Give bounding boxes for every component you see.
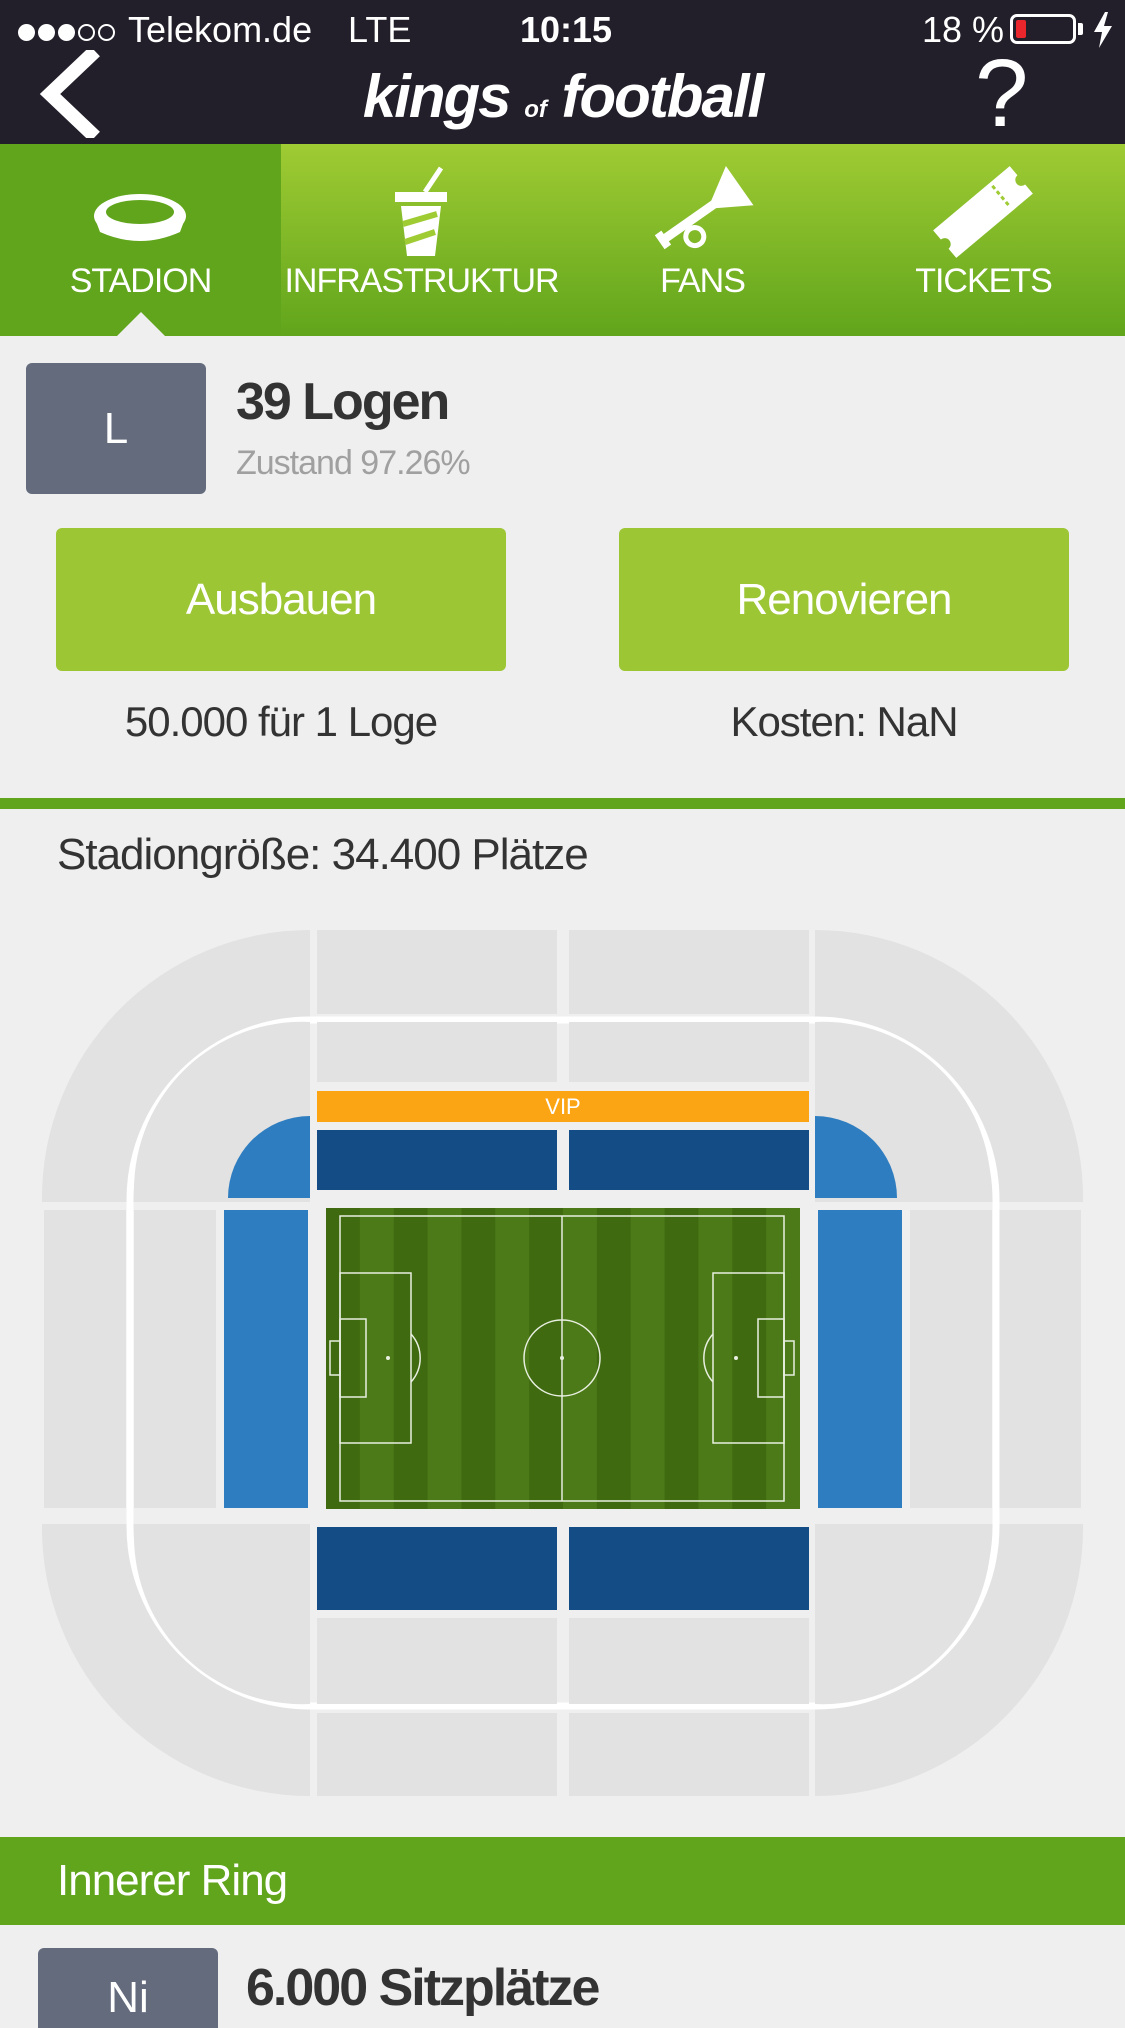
- active-tab-indicator: [117, 312, 165, 336]
- inner-ring-right[interactable]: [910, 1210, 992, 1508]
- stadium-map[interactable]: VIP: [38, 928, 1088, 1798]
- inner-ring-top-1[interactable]: [317, 1022, 557, 1082]
- tab-stadion[interactable]: STADION: [0, 144, 281, 336]
- stand-bottom-2[interactable]: [569, 1527, 809, 1610]
- signal-strength: [18, 8, 118, 52]
- upgrade-cost: 50.000 für 1 Loge: [124, 698, 438, 745]
- pitch-stripe: [630, 1208, 665, 1509]
- trumpet-icon: [654, 165, 754, 250]
- inner-ring-left[interactable]: [134, 1210, 216, 1508]
- item-tile: L: [26, 363, 206, 494]
- stand-bottom-1[interactable]: [317, 1527, 557, 1610]
- item-title: 39 Logen: [236, 373, 450, 431]
- inner-ring-bottom-2[interactable]: [569, 1618, 809, 1704]
- signal-dot: [78, 23, 95, 41]
- app-logo: kings of football: [362, 63, 764, 130]
- help-button[interactable]: ?: [975, 46, 1028, 142]
- stadium-size-label: Stadiongröße: 34.400 Plätze: [57, 830, 589, 879]
- outer-ring-top-1[interactable]: [317, 930, 557, 1014]
- vip-label: VIP: [545, 1094, 580, 1119]
- tab-infrastruktur[interactable]: INFRASTRUKTUR: [281, 144, 562, 336]
- tab-fans[interactable]: FANS: [562, 144, 843, 336]
- section-title: Innerer Ring: [57, 1856, 288, 1905]
- stand-top-1[interactable]: [317, 1130, 557, 1190]
- charging-icon: [1094, 12, 1112, 48]
- outer-ring-bottom-1[interactable]: [317, 1713, 557, 1796]
- status-time: 10:15: [520, 9, 613, 50]
- renovate-cost: Kosten: NaN: [730, 698, 958, 745]
- section-divider: [0, 798, 1125, 809]
- next-item-title: 6.000 Sitzplätze: [246, 1959, 600, 2017]
- football-pitch: [326, 1208, 800, 1509]
- network-type: LTE: [348, 9, 412, 50]
- outer-ring-left[interactable]: [44, 1210, 126, 1508]
- tab-label: STADION: [69, 262, 213, 300]
- item-condition: Zustand 97.26%: [236, 444, 471, 482]
- ticket-icon: [933, 166, 1033, 258]
- signal-dot: [98, 23, 115, 41]
- tab-label: INFRASTRUKTUR: [284, 262, 559, 300]
- upgrade-button[interactable]: Ausbauen: [56, 528, 506, 671]
- signal-dot: [18, 23, 35, 41]
- tab-label: FANS: [660, 262, 746, 300]
- tab-tickets[interactable]: TICKETS: [843, 144, 1124, 336]
- tab-bar: STADION INFRASTRUKTUR FANS TICKETS: [0, 144, 1125, 336]
- inner-ring-bottom-1[interactable]: [317, 1618, 557, 1704]
- tab-label: TICKETS: [915, 262, 1053, 300]
- stand-left[interactable]: [224, 1210, 308, 1508]
- stadium-icon: [94, 194, 186, 241]
- stand-top-2[interactable]: [569, 1130, 809, 1190]
- next-item-tile: Ni: [38, 1948, 218, 2028]
- outer-ring-right[interactable]: [999, 1210, 1081, 1508]
- battery-nub: [1078, 23, 1083, 35]
- drink-cup-icon: [395, 166, 447, 256]
- outer-ring-bottom-2[interactable]: [569, 1713, 809, 1796]
- renovate-button[interactable]: Renovieren: [619, 528, 1069, 671]
- inner-ring-top-2[interactable]: [569, 1022, 809, 1082]
- pitch-stripe: [563, 1208, 597, 1509]
- pitch-stripe: [427, 1208, 462, 1509]
- signal-dot: [38, 23, 55, 41]
- signal-dot: [58, 23, 75, 41]
- outer-ring-top-2[interactable]: [569, 930, 809, 1014]
- stand-right[interactable]: [818, 1210, 902, 1508]
- pitch-stripe: [766, 1208, 800, 1509]
- carrier-name: Telekom.de: [128, 9, 313, 50]
